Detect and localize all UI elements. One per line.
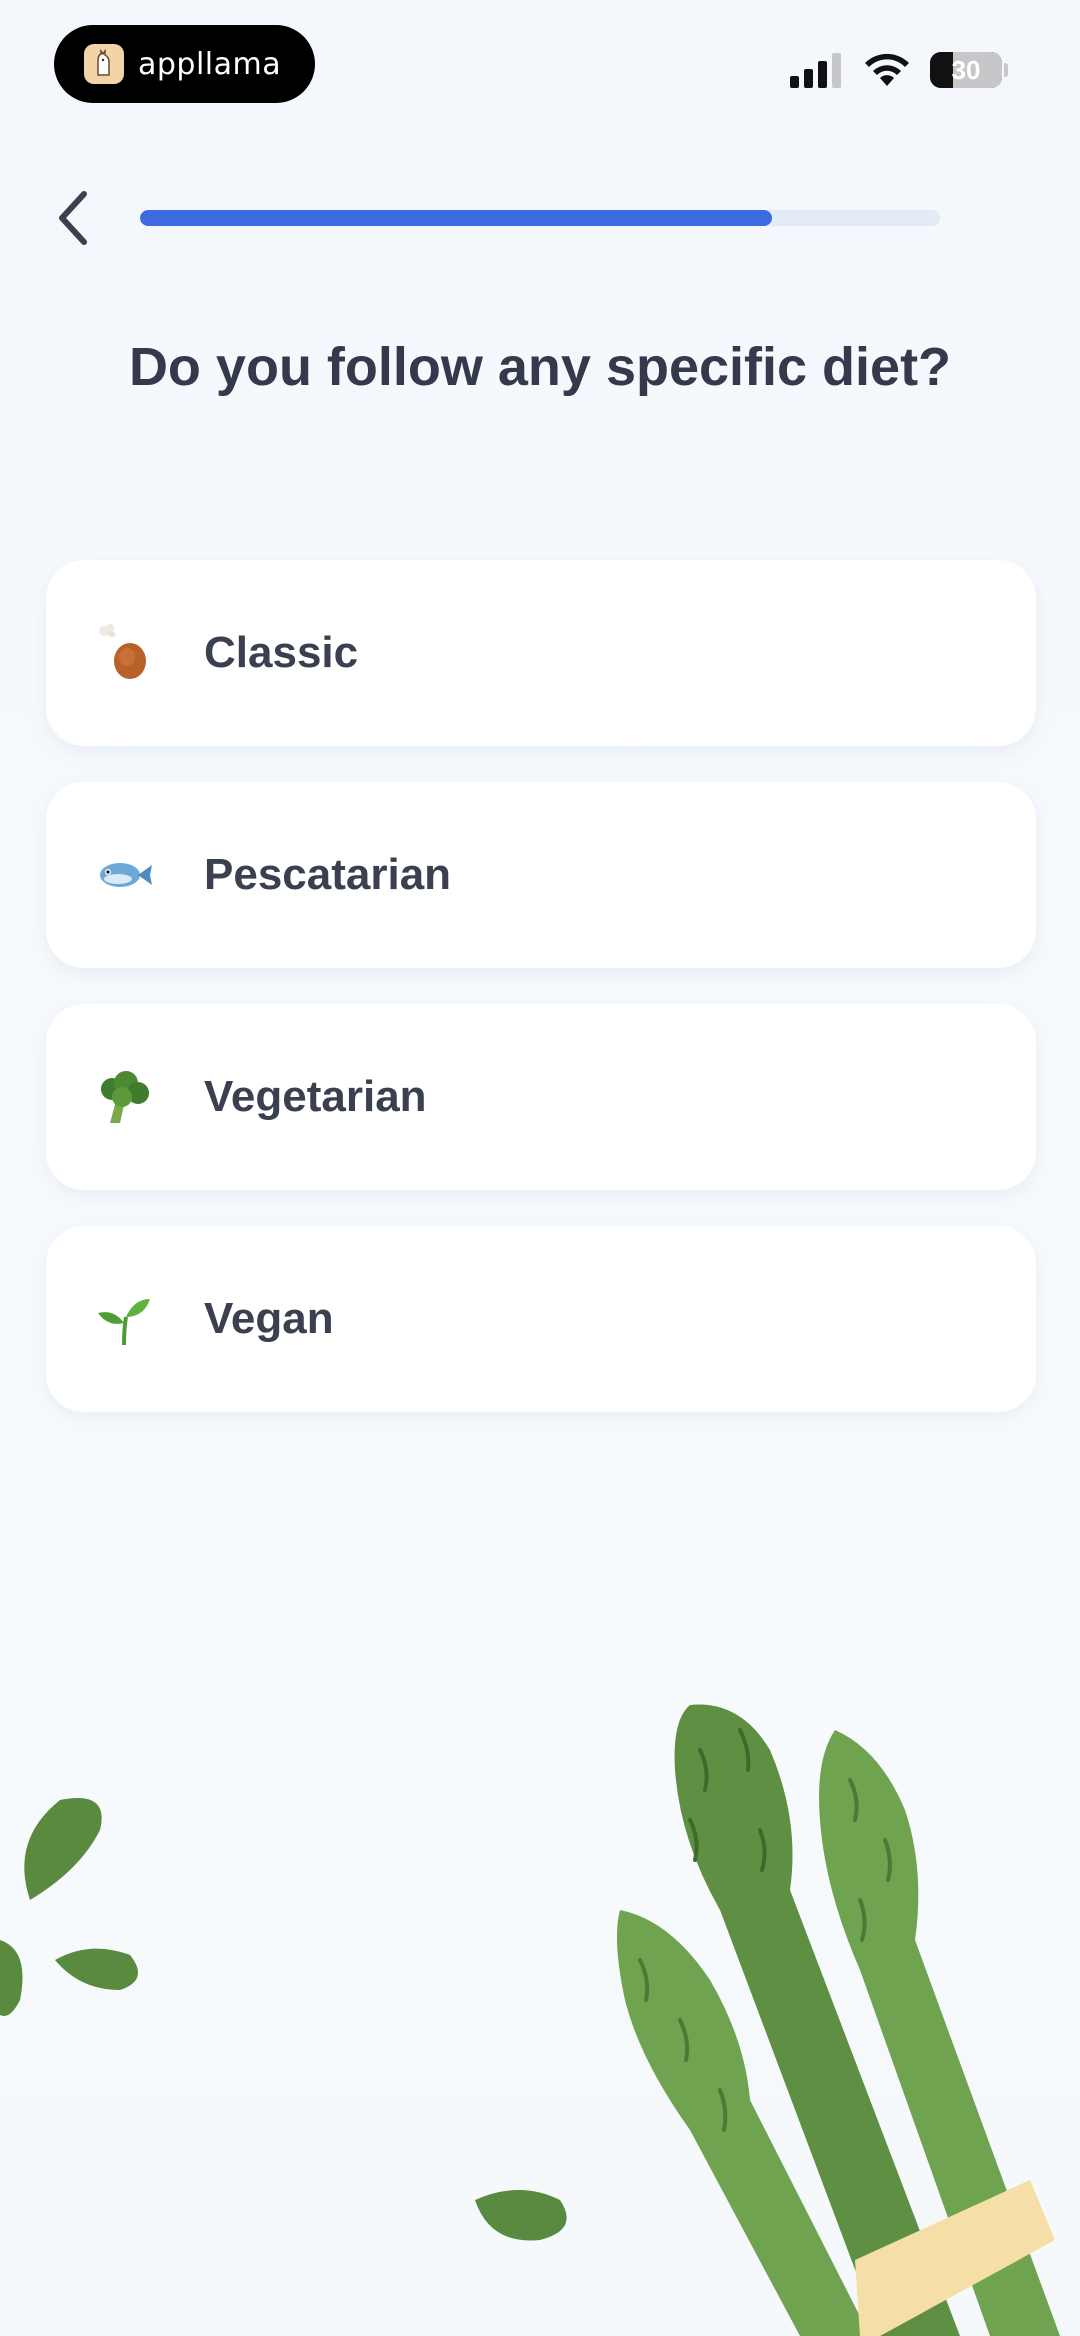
back-button[interactable]: [50, 188, 100, 248]
cellular-signal-icon: [790, 53, 841, 88]
app-pill-label: appllama: [138, 46, 282, 82]
battery-nub: [1004, 63, 1008, 77]
wifi-icon: [865, 53, 909, 86]
battery-level: 30: [951, 54, 981, 85]
fish-icon: [94, 845, 154, 905]
option-label: Vegan: [204, 1294, 334, 1343]
option-classic[interactable]: Classic: [46, 560, 1036, 746]
broccoli-icon: [94, 1067, 154, 1127]
app-pill[interactable]: appllama: [54, 25, 315, 103]
question-title: Do you follow any specific diet?: [128, 337, 952, 397]
option-vegetarian[interactable]: Vegetarian: [46, 1004, 1036, 1190]
battery-icon: 30: [930, 52, 1002, 88]
option-vegan[interactable]: Vegan: [46, 1226, 1036, 1412]
progress-bar: [140, 210, 940, 226]
chevron-left-icon: [59, 191, 87, 245]
option-label: Vegetarian: [204, 1072, 427, 1121]
option-label: Classic: [204, 628, 359, 677]
poultry-leg-icon: [94, 623, 154, 683]
option-label: Pescatarian: [204, 850, 452, 899]
llama-logo-icon: [84, 44, 124, 84]
option-pescatarian[interactable]: Pescatarian: [46, 782, 1036, 968]
asparagus-illustration: [0, 1704, 1060, 2336]
progress-bar-fill: [140, 210, 772, 226]
seedling-icon: [94, 1289, 154, 1349]
